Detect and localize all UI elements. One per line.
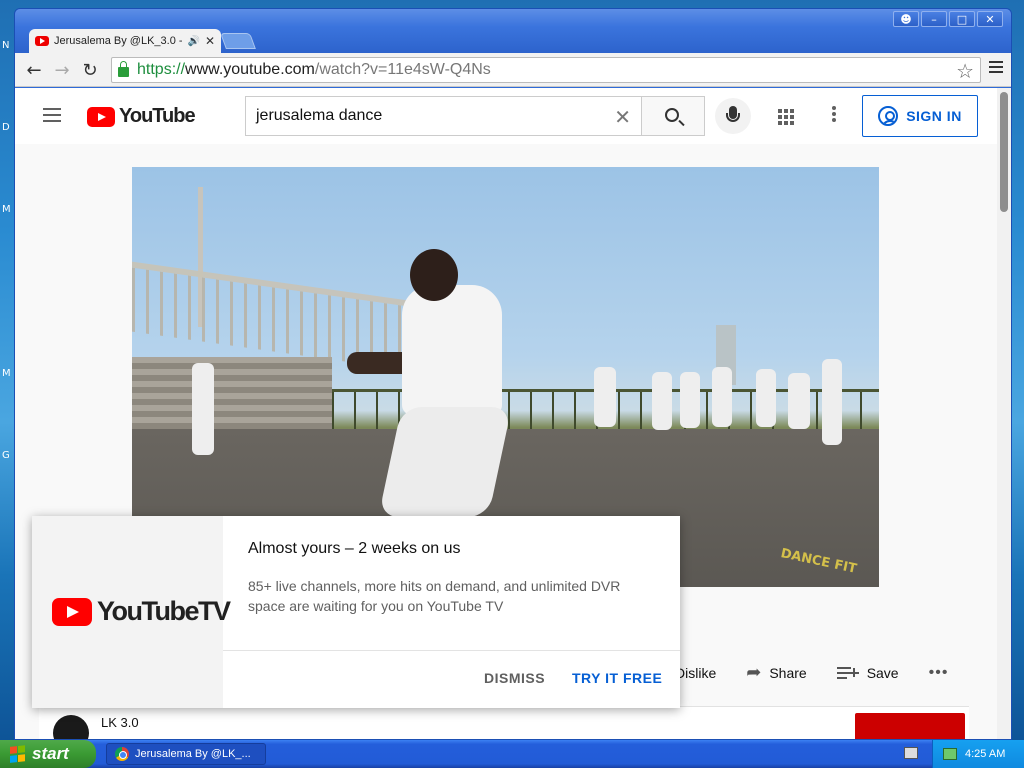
desktop-icon-label: D [2,122,10,133]
channel-name[interactable]: LK 3.0 [101,715,139,730]
profile-icon[interactable]: ☻ [893,11,919,27]
dismiss-button[interactable]: DISMISS [484,670,545,686]
apps-grid-icon[interactable] [778,109,794,125]
search-query: jerusalema dance [256,107,383,124]
keyboard-icon[interactable] [904,747,918,759]
desktop-icon-label: M [2,204,11,215]
share-icon: ➦ [746,662,762,683]
youtube-logo-text: YouTube [119,105,196,127]
scrollbar-thumb[interactable] [1000,92,1008,212]
share-button[interactable]: ➦ Share [746,662,806,683]
video-dancer-bg [680,372,700,428]
avatar[interactable] [53,715,89,739]
forward-arrow-icon[interactable]: → [51,59,73,81]
desktop-icon-label: N [2,40,10,51]
youtube-favicon-icon [35,36,49,46]
system-tray: 4:25 AM [932,740,1024,768]
more-settings-icon[interactable] [832,106,836,124]
back-arrow-icon[interactable]: ← [23,59,45,81]
more-actions-button[interactable]: ••• [929,664,949,682]
tab-title: Jerusalema By @LK_3.0 - [54,35,183,47]
video-dancer-head [410,249,458,301]
lock-icon [118,61,129,77]
desktop-icon-label: M [2,368,11,379]
youtube-logo[interactable]: YouTube [87,105,196,128]
search-input[interactable]: jerusalema dance ✕ [245,96,641,136]
tab-close-icon[interactable]: ✕ [205,34,215,48]
video-dancer-body [402,285,502,415]
share-label: Share [769,664,807,681]
video-dancer-bg [594,367,616,427]
maximize-button[interactable]: □ [949,11,975,27]
clear-search-icon[interactable]: ✕ [614,105,631,129]
video-actions: Dislike ➦ Share Save ••• [675,662,948,683]
clock: 4:25 AM [965,748,1006,760]
video-dancer-bg [788,373,810,429]
new-tab-button[interactable] [220,33,256,49]
reload-icon[interactable]: ↻ [79,59,101,81]
video-dancer-bg [756,369,776,427]
subscribe-button[interactable] [855,713,965,739]
browser-toolbar: ← → ↻ https:// www.youtube.com /watch?v=… [15,53,1011,87]
promo-logo-panel: YouTubeTV [32,516,231,708]
voice-search-button[interactable] [715,98,751,134]
address-bar[interactable]: https:// www.youtube.com /watch?v=11e4sW… [111,57,981,83]
page-scrollbar[interactable] [997,88,1011,739]
chrome-icon [115,747,129,761]
video-dancer-bg [652,372,672,430]
account-icon [878,106,899,126]
browser-menu-icon[interactable] [989,61,1003,76]
video-dancer-bg [822,359,842,445]
search-icon [665,108,679,122]
try-it-free-button[interactable]: TRY IT FREE [572,670,662,686]
url-host: www.youtube.com [185,61,315,78]
sign-in-label: SIGN IN [906,108,962,124]
playlist-add-icon [836,666,859,680]
url-scheme: https:// [137,61,186,78]
youtube-tv-logo-text: YouTubeTV [97,596,231,626]
promo-title: Almost yours – 2 weeks on us [248,540,461,557]
taskbar-item-browser[interactable]: Jerusalema By @LK_... [106,743,266,765]
taskbar-item-label: Jerusalema By @LK_... [135,748,251,760]
start-label: start [32,744,69,763]
sign-in-button[interactable]: SIGN IN [862,95,978,137]
dislike-button[interactable]: Dislike [675,665,716,681]
save-button[interactable]: Save [836,664,899,681]
desktop-icon-label: G [2,450,10,461]
browser-window: ☻ – □ ✕ Jerusalema By @LK_3.0 - 🔊 ✕ ← → … [14,8,1012,740]
video-dancer-bg [192,363,214,455]
search-button[interactable] [641,96,705,136]
start-button[interactable]: start [0,740,96,768]
window-controls: ☻ – □ ✕ [893,11,1003,27]
speaker-icon[interactable]: 🔊 [187,36,199,47]
taskbar: start Jerusalema By @LK_... 4:25 AM [0,740,1024,768]
youtube-header: YouTube jerusalema dance ✕ SIGN IN [15,88,999,144]
url-path: /watch?v=11e4sW-Q4Ns [314,61,491,78]
promo-body: 85+ live channels, more hits on demand, … [248,578,621,614]
hamburger-menu-icon[interactable] [43,108,61,126]
youtube-tv-play-icon [52,597,92,626]
youtube-tv-logo: YouTubeTV [52,596,231,627]
browser-tab[interactable]: Jerusalema By @LK_3.0 - 🔊 ✕ [29,29,221,53]
youtube-tv-promo-dialog: YouTubeTV Almost yours – 2 weeks on us 8… [32,516,680,708]
dislike-label: Dislike [675,664,717,681]
promo-divider [223,650,680,651]
video-dancer-bg [712,367,732,427]
microphone-stand [726,113,740,122]
more-horizontal-icon: ••• [928,663,949,681]
bookmark-star-icon[interactable]: ☆ [956,59,974,83]
youtube-play-icon [87,106,115,127]
title-bar[interactable]: ☻ – □ ✕ Jerusalema By @LK_3.0 - 🔊 ✕ [15,9,1011,53]
youtube-page: YouTube jerusalema dance ✕ SIGN IN DANCE… [15,88,999,739]
save-label: Save [866,664,899,681]
network-icon[interactable] [943,748,957,760]
close-button[interactable]: ✕ [977,11,1003,27]
windows-logo-icon [10,745,26,763]
minimize-button[interactable]: – [921,11,947,27]
channel-row: LK 3.0 [39,706,969,739]
